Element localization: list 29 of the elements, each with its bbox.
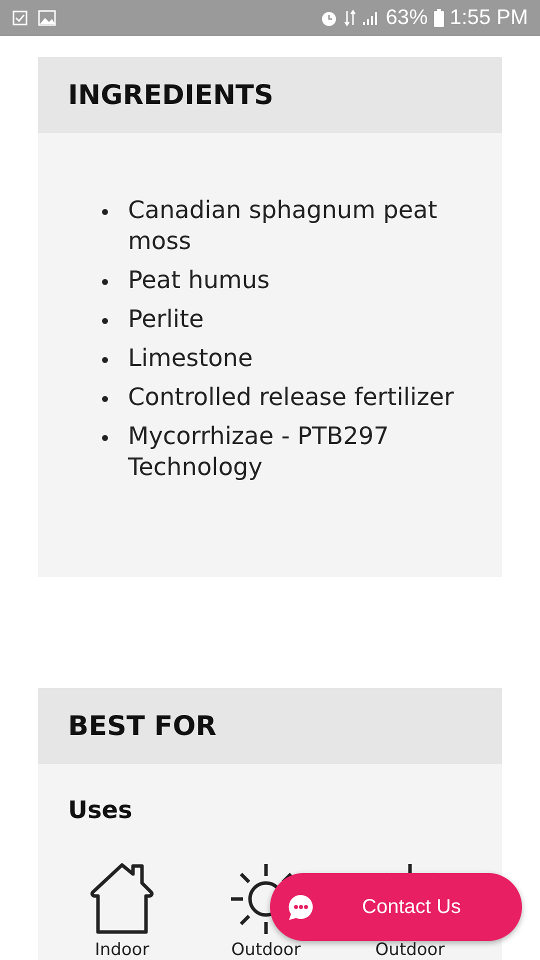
section-title: INGREDIENTS <box>68 80 274 110</box>
bullet-icon <box>102 435 108 441</box>
checklist-icon <box>12 10 28 26</box>
alarm-icon <box>320 9 338 27</box>
ingredient-item: Canadian sphagnum peat moss <box>128 195 438 257</box>
chat-icon <box>288 894 314 920</box>
bullet-icon <box>102 209 108 215</box>
ingredient-item: Limestone <box>128 343 253 374</box>
image-icon <box>38 10 56 26</box>
battery-percent: 63% <box>386 6 428 30</box>
clock: 1:55 PM <box>450 6 528 30</box>
signal-icon <box>362 10 380 26</box>
ingredient-item: Perlite <box>128 304 204 335</box>
ingredient-item: Mycorrhizae - PTB297 Technology <box>128 421 390 483</box>
house-icon <box>90 862 154 936</box>
subtitle: Uses <box>68 796 134 824</box>
bullet-icon <box>102 357 108 363</box>
bullet-icon <box>102 396 108 402</box>
bullet-icon <box>102 318 108 324</box>
use-label: Outdoor <box>231 940 301 960</box>
ingredient-item: Controlled release fertilizer <box>128 382 454 413</box>
battery-icon <box>434 9 444 27</box>
bullet-icon <box>102 279 108 285</box>
use-label: Outdoor <box>375 940 445 960</box>
contact-button[interactable]: Contact Us <box>270 873 522 941</box>
use-label: Indoor <box>94 940 150 960</box>
ingredient-item: Peat humus <box>128 265 270 296</box>
data-icon <box>344 9 356 27</box>
section-title: BEST FOR <box>68 710 216 742</box>
